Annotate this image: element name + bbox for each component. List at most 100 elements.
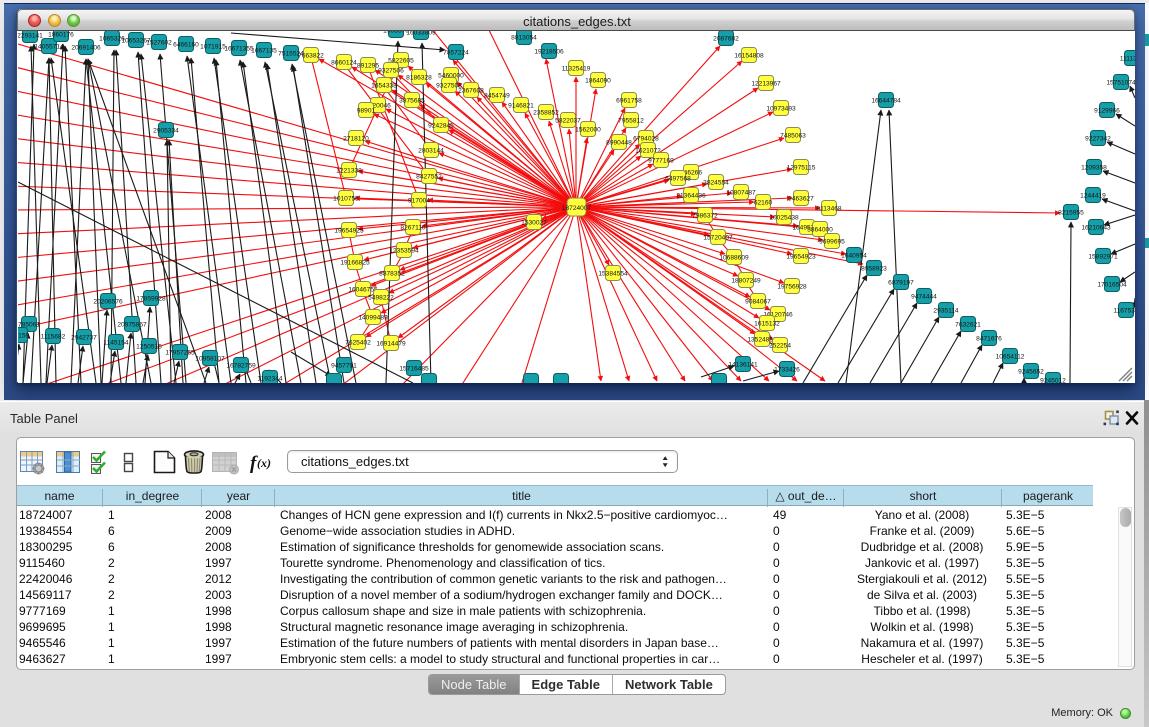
svg-text:1903376: 1903376 — [383, 31, 409, 35]
svg-text:15384554: 15384554 — [598, 271, 628, 278]
svg-text:8990448: 8990448 — [606, 140, 632, 147]
svg-text:98901: 98901 — [357, 108, 376, 115]
svg-text:10973493: 10973493 — [766, 106, 796, 113]
svg-text:6961758: 6961758 — [616, 98, 642, 105]
svg-text:17957255: 17957255 — [165, 350, 195, 357]
svg-text:9084067: 9084067 — [745, 299, 771, 306]
svg-text:19654923: 19654923 — [786, 254, 816, 261]
svg-text:9327506: 9327506 — [378, 68, 404, 75]
svg-text:12213967: 12213967 — [751, 81, 781, 88]
svg-text:7857224: 7857224 — [443, 50, 469, 57]
svg-text:20206576: 20206576 — [93, 299, 123, 306]
svg-text:10025438: 10025438 — [769, 215, 799, 222]
svg-text:2935114: 2935114 — [933, 308, 959, 315]
svg-text:14055714: 14055714 — [34, 44, 64, 51]
svg-text:1115682: 1115682 — [41, 334, 66, 341]
svg-text:12975115: 12975115 — [787, 165, 816, 172]
svg-text:9463627: 9463627 — [788, 196, 814, 203]
svg-text:252254: 252254 — [769, 343, 791, 350]
svg-text:8813054: 8813054 — [511, 35, 537, 42]
svg-text:9245652: 9245652 — [1018, 369, 1044, 376]
svg-text:6879197: 6879197 — [888, 280, 914, 287]
svg-text:8471676: 8471676 — [976, 336, 1002, 343]
svg-text:1530027: 1530027 — [521, 220, 547, 227]
svg-text:15892971: 15892971 — [1088, 254, 1118, 261]
svg-text:8454749: 8454749 — [484, 93, 510, 100]
svg-text:891295: 891295 — [357, 63, 379, 70]
svg-text:12353594: 12353594 — [389, 248, 419, 255]
svg-text:16782759: 16782759 — [226, 363, 256, 370]
svg-text:1111340: 1111340 — [1120, 56, 1135, 63]
svg-text:2087682: 2087682 — [713, 36, 739, 43]
svg-text:3824554: 3824554 — [703, 180, 729, 187]
svg-text:1244419: 1244419 — [1080, 193, 1106, 200]
svg-text:8267110: 8267110 — [400, 225, 426, 232]
svg-text:9146821: 9146821 — [508, 103, 534, 110]
svg-text:6466160: 6466160 — [173, 42, 199, 49]
svg-text:19166825: 19166825 — [340, 260, 370, 267]
svg-text:16033809: 16033809 — [406, 31, 436, 37]
svg-text:8186328: 8186328 — [406, 75, 432, 82]
svg-text:14136141: 14136141 — [728, 362, 758, 369]
svg-text:2293141: 2293141 — [18, 33, 43, 40]
svg-text:1733426: 1733426 — [774, 367, 800, 374]
svg-text:1860176: 1860176 — [48, 32, 74, 39]
svg-text:14099489: 14099489 — [358, 315, 388, 322]
svg-text:7625402: 7625402 — [345, 340, 371, 347]
svg-text:2358852: 2358852 — [533, 110, 559, 117]
svg-text:3875685: 3875685 — [399, 98, 425, 105]
svg-text:8958923: 8958923 — [861, 266, 887, 273]
svg-text:2718120: 2718120 — [343, 136, 369, 143]
svg-text:8427552: 8427552 — [416, 174, 442, 181]
svg-text:10958107: 10958107 — [195, 356, 225, 363]
svg-text:19756928: 19756928 — [777, 284, 807, 291]
svg-text:16914479: 16914479 — [376, 341, 406, 348]
svg-text:18807249: 18807249 — [731, 278, 761, 285]
svg-text:16154808: 16154808 — [734, 53, 764, 60]
svg-text:6497568: 6497568 — [665, 176, 691, 183]
svg-text:21364436: 21364436 — [676, 193, 706, 200]
svg-text:16644784: 16644784 — [871, 98, 901, 105]
svg-text:1864090: 1864090 — [585, 78, 611, 85]
svg-text:2905334: 2905334 — [153, 128, 179, 135]
svg-text:9227342: 9227342 — [1085, 136, 1111, 143]
svg-text:8113468: 8113468 — [816, 206, 842, 213]
svg-text:1615132: 1615132 — [754, 321, 780, 328]
svg-text:5822037: 5822037 — [555, 118, 581, 125]
svg-text:10654112: 10654112 — [996, 354, 1025, 361]
svg-text:19218506: 19218506 — [534, 49, 564, 56]
svg-text:1527602: 1527602 — [146, 40, 172, 47]
svg-text:1221338: 1221338 — [336, 168, 362, 175]
svg-text:19654925: 19654925 — [334, 228, 364, 235]
svg-text:1250515: 1250515 — [136, 344, 162, 351]
svg-text:2367608: 2367608 — [458, 88, 484, 95]
svg-text:9474444: 9474444 — [911, 294, 937, 301]
svg-text:9777169: 9777169 — [648, 158, 674, 165]
svg-text:17016504: 17016504 — [1097, 282, 1127, 289]
svg-text:20975867: 20975867 — [117, 322, 147, 329]
svg-text:1654338: 1654338 — [371, 83, 397, 90]
svg-text:9242845: 9242845 — [428, 123, 454, 130]
svg-text:1071915: 1071915 — [200, 44, 226, 51]
svg-text:2803144: 2803144 — [418, 148, 444, 155]
svg-text:9699695: 9699695 — [819, 239, 845, 246]
svg-text:8215955: 8215955 — [1058, 210, 1084, 217]
svg-text:(x): (x) — [257, 456, 271, 470]
svg-text:15716485: 15716485 — [399, 366, 429, 373]
svg-text:1167531: 1167531 — [1113, 308, 1135, 315]
svg-text:39159: 39159 — [18, 333, 29, 340]
svg-text:18724007: 18724007 — [562, 205, 592, 212]
svg-text:2942737: 2942737 — [71, 335, 97, 342]
svg-text:16671355: 16671355 — [224, 46, 254, 53]
svg-text:5498222: 5498222 — [368, 295, 394, 302]
svg-text:20691406: 20691406 — [71, 45, 101, 52]
svg-text:9245012: 9245012 — [1040, 378, 1066, 384]
svg-text:15751074: 15751074 — [1106, 80, 1135, 87]
svg-text:7632621: 7632621 — [955, 322, 981, 329]
svg-text:1667135: 1667135 — [251, 48, 277, 55]
svg-text:1640954: 1640954 — [841, 253, 867, 260]
svg-text:917004: 917004 — [408, 198, 430, 205]
svg-text:11325419: 11325419 — [562, 66, 591, 73]
svg-text:17859928: 17859928 — [136, 296, 166, 303]
svg-text:8878352: 8878352 — [379, 271, 405, 278]
